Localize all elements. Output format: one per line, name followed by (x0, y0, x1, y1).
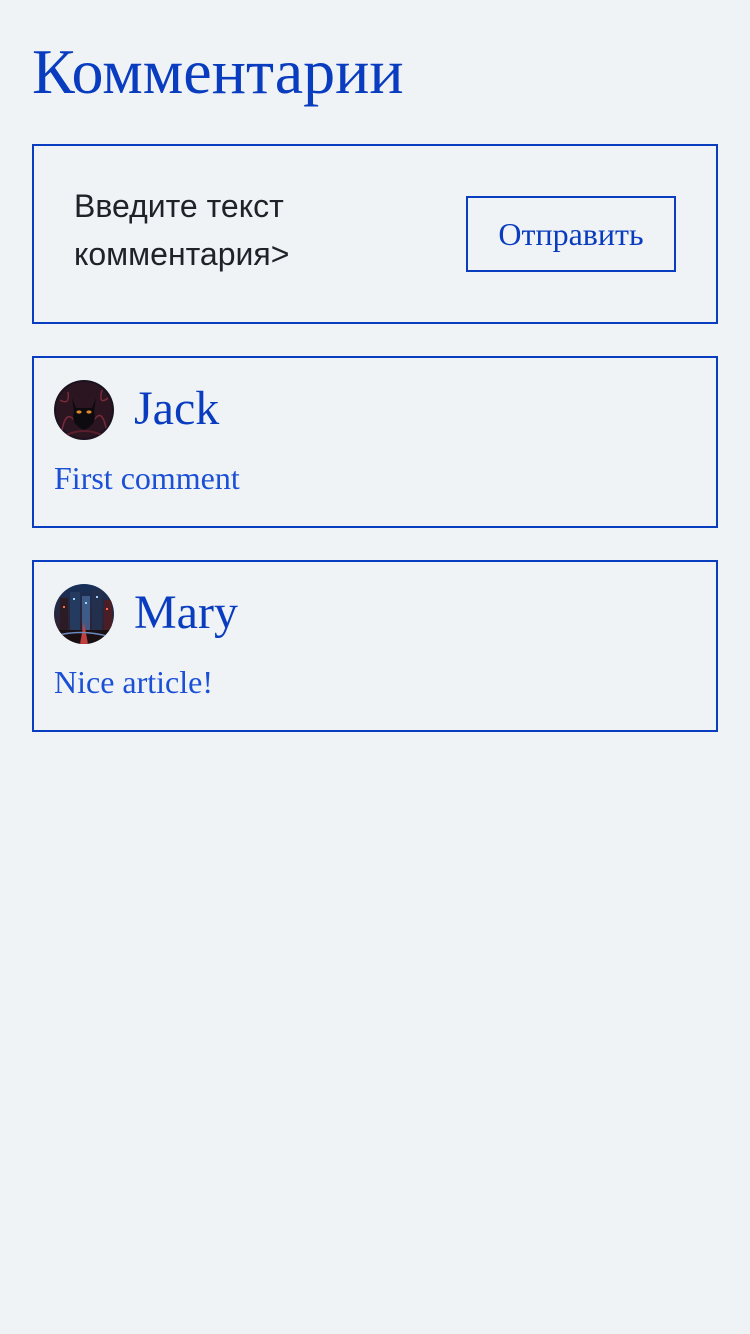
comment-author[interactable]: Jack (134, 378, 219, 440)
comment-card: Mary Nice article! (32, 560, 718, 732)
comment-author[interactable]: Mary (134, 582, 238, 644)
black-cat-avatar-icon (54, 380, 114, 440)
comment-input[interactable]: Введите текст комментария> (74, 182, 374, 282)
avatar[interactable] (54, 584, 114, 644)
page-title: Комментарии (32, 36, 404, 107)
night-city-avatar-icon (54, 584, 114, 644)
comment-composer: Введите текст комментария> Отправить (32, 144, 718, 324)
comment-text: First comment (54, 460, 240, 496)
comment-text: Nice article! (54, 664, 213, 700)
send-button[interactable]: Отправить (466, 196, 676, 272)
comment-card: Jack First comment (32, 356, 718, 528)
avatar[interactable] (54, 380, 114, 440)
